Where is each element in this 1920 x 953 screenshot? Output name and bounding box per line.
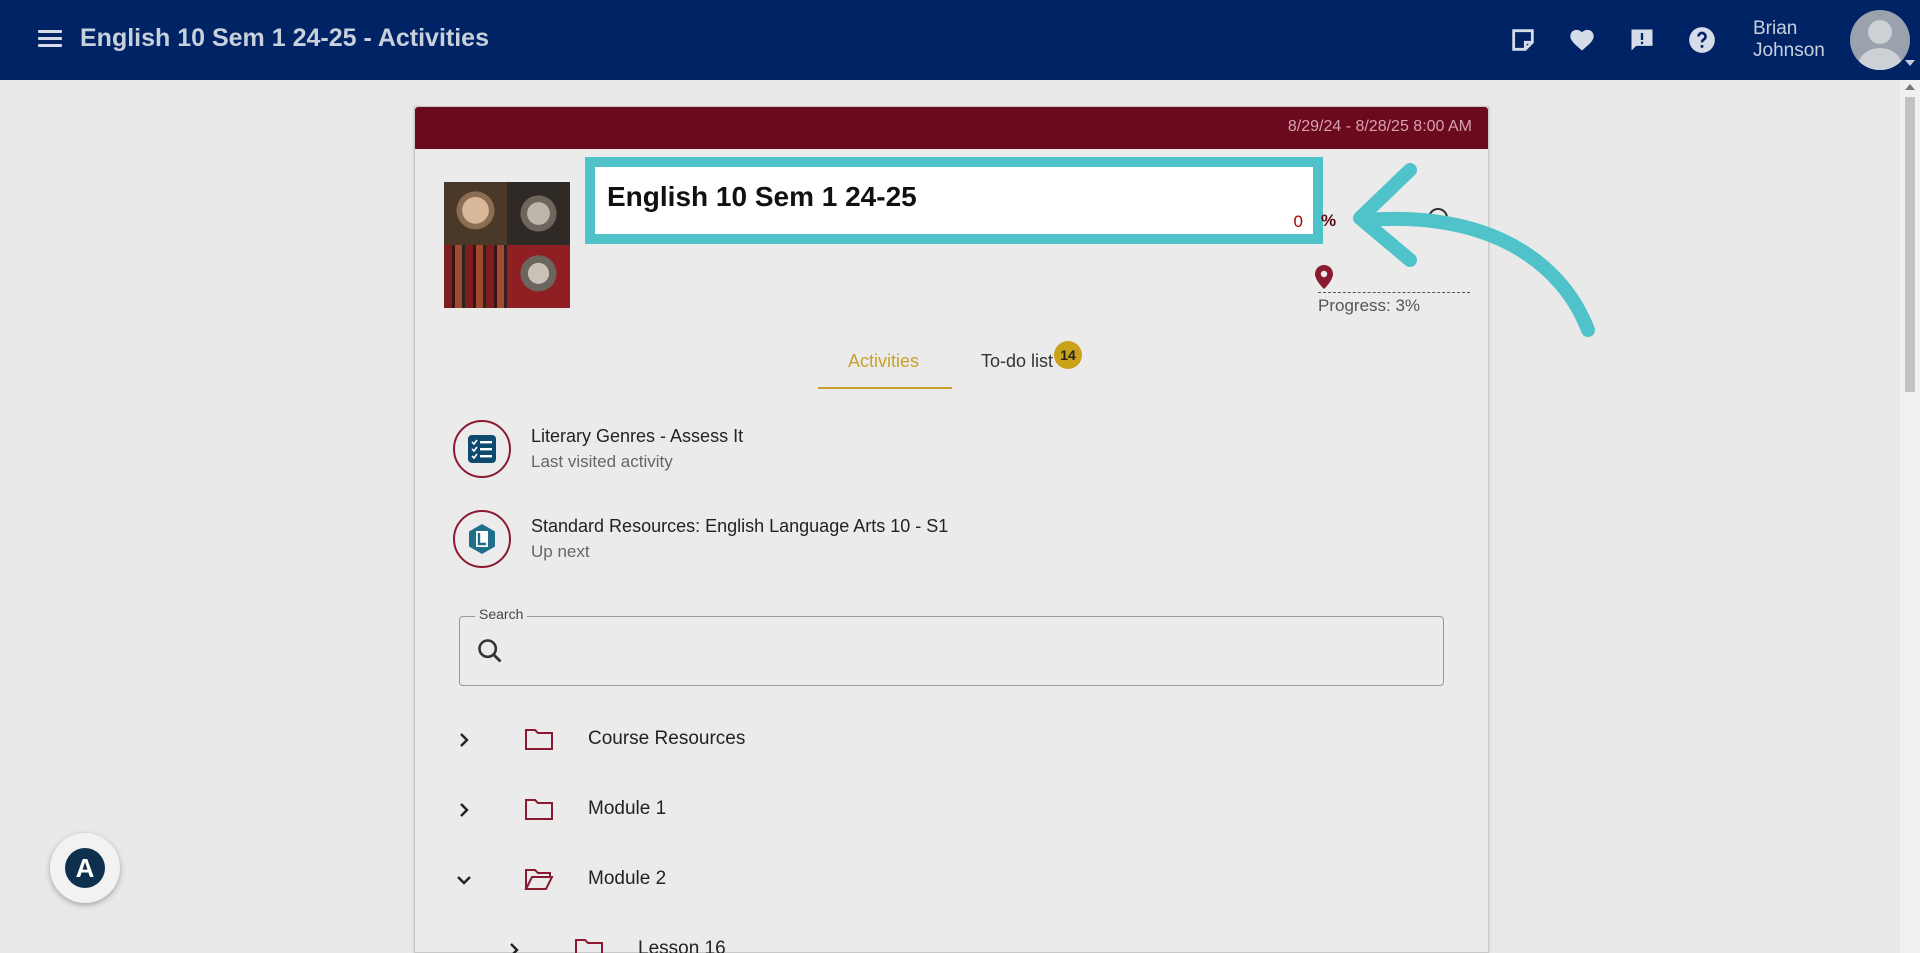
tab-active-indicator [818, 387, 952, 389]
course-title: English 10 Sem 1 24-25 [607, 181, 917, 212]
feedback-icon[interactable] [1628, 26, 1656, 54]
progress-track [1318, 292, 1470, 293]
notes-icon[interactable] [1509, 26, 1537, 54]
checklist-icon [453, 420, 511, 478]
chevron-right-icon[interactable] [504, 940, 524, 953]
recent-activity-subtitle: Last visited activity [531, 452, 673, 471]
tree-item-label: Module 1 [588, 798, 667, 819]
course-card-header: 8/29/24 - 8/28/25 8:00 AM [415, 107, 1488, 149]
chevron-right-icon[interactable] [454, 800, 474, 820]
scrollbar-thumb[interactable] [1905, 97, 1915, 392]
course-title-highlight: English 10 Sem 1 24-25 0 [585, 157, 1323, 244]
grade-value: 0 [1293, 212, 1303, 231]
course-image [444, 182, 570, 308]
folder-open-icon [524, 869, 554, 890]
page-title: English 10 Sem 1 24-25 - Activities [80, 24, 489, 52]
tree-item-course-resources[interactable]: Course Resources [454, 720, 1254, 760]
heart-icon[interactable] [1568, 26, 1596, 54]
search-input[interactable] [520, 628, 1420, 674]
avatar[interactable] [1850, 10, 1910, 70]
tree-item-module-2[interactable]: Module 2 [454, 860, 1254, 900]
recent-activity-title: Literary Genres - Assess It [531, 426, 744, 446]
menu-icon[interactable] [36, 27, 64, 53]
todo-count-badge: 14 [1054, 341, 1082, 369]
progress-label: Progress: 3% [1318, 296, 1421, 315]
user-first-name: Brian [1753, 18, 1798, 39]
assistant-logo-icon: A [65, 848, 105, 888]
recent-activity-last-visited[interactable]: Literary Genres - Assess It Last visited… [453, 420, 1153, 478]
tree-item-label: Course Resources [588, 728, 746, 749]
tab-activities[interactable]: Activities [848, 351, 919, 372]
tree-item-label: Lesson 16 [638, 938, 726, 953]
search-icon [478, 639, 502, 663]
help-icon[interactable] [1688, 26, 1716, 54]
user-last-name: Johnson [1753, 40, 1825, 61]
folder-icon [575, 939, 603, 953]
location-pin-icon [1315, 265, 1333, 289]
tree-item-lesson-16[interactable]: Lesson 16 [504, 930, 1254, 953]
resource-icon [453, 510, 511, 568]
chevron-down-icon[interactable] [454, 870, 474, 890]
chevron-right-icon[interactable] [454, 730, 474, 750]
assistant-button[interactable]: A [50, 833, 120, 903]
recent-activity-title: Standard Resources: English Language Art… [531, 516, 949, 536]
scroll-up-icon[interactable] [1905, 84, 1915, 90]
tree-item-module-1[interactable]: Module 1 [454, 790, 1254, 830]
chevron-down-icon[interactable] [1905, 60, 1915, 66]
recent-activity-subtitle: Up next [531, 542, 590, 561]
grade-unit: % [1321, 211, 1337, 230]
user-name[interactable]: Brian Johnson [1753, 18, 1825, 62]
recent-activity-up-next[interactable]: Standard Resources: English Language Art… [453, 510, 1153, 568]
folder-icon [525, 799, 553, 820]
info-icon[interactable] [1357, 211, 1371, 225]
top-app-bar: English 10 Sem 1 24-25 - Activities Bria… [0, 0, 1920, 80]
folder-icon [525, 729, 553, 750]
tree-item-label: Module 2 [588, 868, 667, 889]
search-label: Search [475, 606, 528, 622]
clock-icon[interactable] [1428, 208, 1448, 228]
tab-todo-list[interactable]: To-do list [981, 351, 1053, 372]
date-range: 8/29/24 - 8/28/25 8:00 AM [1287, 118, 1472, 135]
